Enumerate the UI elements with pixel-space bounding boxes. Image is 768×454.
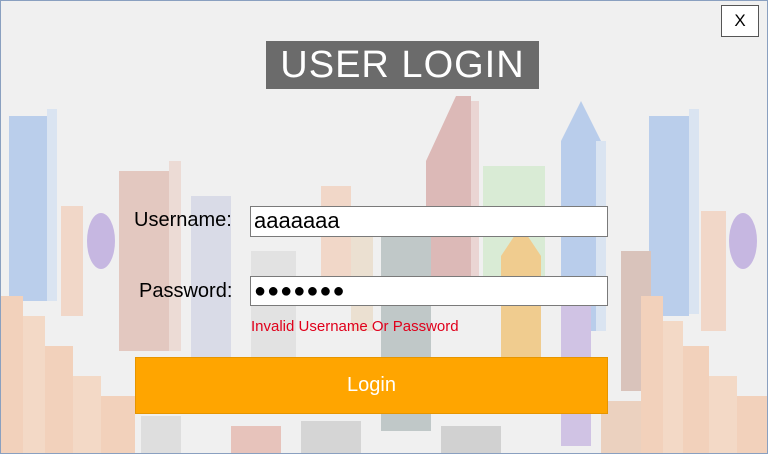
username-label: Username: [134, 209, 232, 231]
password-label: Password: [139, 280, 233, 302]
login-button[interactable]: Login [135, 357, 608, 414]
password-input[interactable]: ●●●●●●● [250, 276, 608, 306]
username-input[interactable]: aaaaaaa [250, 206, 608, 237]
close-button[interactable]: X [721, 5, 759, 37]
error-message: Invalid Username Or Password [251, 318, 459, 335]
login-window: X USER LOGIN Username: aaaaaaa Password:… [0, 0, 768, 454]
page-title: USER LOGIN [266, 41, 539, 89]
